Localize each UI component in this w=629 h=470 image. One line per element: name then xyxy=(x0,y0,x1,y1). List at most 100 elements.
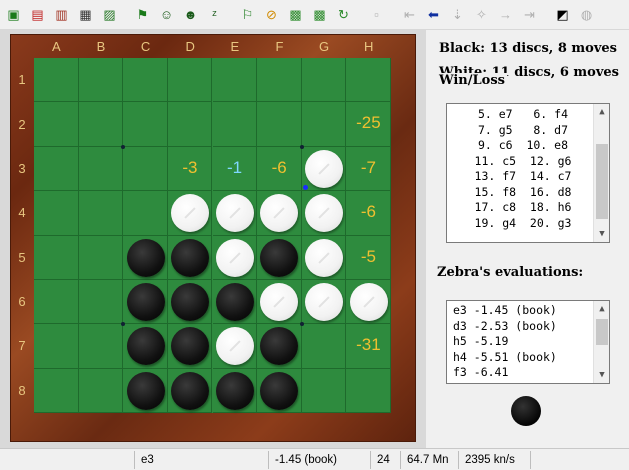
board-green-icon: ▩ xyxy=(289,6,302,22)
toolbar-separator xyxy=(542,3,550,26)
board-cell-a6[interactable] xyxy=(34,279,79,325)
board-green-2-icon: ▩ xyxy=(313,6,326,22)
scroll-up-icon[interactable]: ▲ xyxy=(594,104,609,120)
flip-board-button[interactable]: ◩ xyxy=(551,3,574,26)
status-depth: 24 xyxy=(370,451,398,469)
move-list-item[interactable]: 9. c6 10. e8 xyxy=(447,138,609,154)
black-disc xyxy=(260,238,299,277)
board-cell-f2[interactable] xyxy=(257,102,302,147)
board-cell-h8[interactable] xyxy=(346,368,391,414)
board-cell-b6[interactable] xyxy=(78,279,124,325)
board-cell-a3[interactable] xyxy=(34,146,79,192)
scroll-thumb[interactable] xyxy=(596,319,608,345)
globe-button[interactable]: ◍ xyxy=(575,3,598,26)
board-cell-g8[interactable] xyxy=(301,368,347,414)
arrow-down-flag-button[interactable]: ⚐ xyxy=(236,3,259,26)
black-disc xyxy=(126,283,165,322)
last-move-button[interactable]: ⇥ xyxy=(518,3,541,26)
first-move-button[interactable]: ⇤ xyxy=(398,3,421,26)
board-cell-b3[interactable] xyxy=(78,146,124,192)
evaluation-list-item[interactable]: h4 -5.51 (book) xyxy=(447,350,609,366)
board-cell-a4[interactable] xyxy=(34,191,79,236)
board-cell-b1[interactable] xyxy=(78,58,124,103)
move-list-item[interactable]: 7. g5 8. d7 xyxy=(447,123,609,139)
forward-button[interactable]: → xyxy=(494,3,517,26)
row-label: 4 xyxy=(18,205,26,221)
board-cell-a1[interactable] xyxy=(34,58,79,103)
board-cell-b8[interactable] xyxy=(78,368,124,414)
move-list-item[interactable]: 11. c5 12. g6 xyxy=(447,154,609,170)
scroll-down-icon[interactable]: ▼ xyxy=(594,367,609,383)
open-button[interactable]: ▤ xyxy=(26,3,49,26)
refresh-button[interactable]: ↻ xyxy=(332,3,355,26)
stop-button[interactable]: ⊘ xyxy=(260,3,283,26)
evaluation-list-item[interactable]: f3 -6.41 xyxy=(447,365,609,381)
board-cell-e1[interactable] xyxy=(212,58,258,103)
refresh-icon: ↻ xyxy=(338,6,349,22)
board-cell-b7[interactable] xyxy=(78,324,124,369)
down-button[interactable]: ⇣ xyxy=(446,3,469,26)
scroll-down-icon[interactable]: ▼ xyxy=(594,226,609,242)
win-loss-label: Win/Loss xyxy=(439,73,507,88)
move-list-item[interactable]: 19. g4 20. g3 xyxy=(447,216,609,232)
board-cell-a2[interactable] xyxy=(34,102,79,147)
move-list[interactable]: 5. e7 6. f4 7. g5 8. d7 9. c6 10. e8 11. c5… xyxy=(446,103,610,243)
board-cell-e2[interactable] xyxy=(212,102,258,147)
column-label: D xyxy=(185,39,195,54)
person-button[interactable]: ☺ xyxy=(155,3,178,26)
scroll-thumb[interactable] xyxy=(596,144,608,219)
hint-button[interactable]: ✧ xyxy=(470,3,493,26)
board-cell-a8[interactable] xyxy=(34,368,79,414)
board-cell-b2[interactable] xyxy=(78,102,124,147)
game-board[interactable]: -25 -3 -1 -6 -7 -6 -5 -31 xyxy=(34,58,391,414)
back-button[interactable]: ⬅ xyxy=(422,3,445,26)
board-cell-a7[interactable] xyxy=(34,324,79,369)
evaluation-list-item[interactable]: e3 -1.45 (book) xyxy=(447,303,609,319)
board-cell-d1[interactable] xyxy=(167,58,213,103)
board-cell-g7[interactable] xyxy=(301,324,347,369)
board-cell-c2[interactable] xyxy=(123,102,168,147)
board-cell-f1[interactable] xyxy=(257,58,302,103)
books-button[interactable]: ▥ xyxy=(50,3,73,26)
board-cell-c3[interactable] xyxy=(123,146,168,192)
toolbar-separator xyxy=(356,3,364,26)
move-evaluation: -5 xyxy=(360,246,376,266)
books-icon: ▥ xyxy=(55,6,68,22)
move-list-item[interactable]: 5. e7 6. f4 xyxy=(447,107,609,123)
folder-icon: ▨ xyxy=(103,6,116,22)
board-cell-c4[interactable] xyxy=(123,191,168,236)
flag-button[interactable]: ⚑ xyxy=(131,3,154,26)
board-cell-a5[interactable] xyxy=(34,235,79,280)
person-gear-button[interactable]: ☻ xyxy=(179,3,202,26)
board-green-2-button[interactable]: ▩ xyxy=(308,3,331,26)
move-list-item[interactable]: 15. f8 16. d8 xyxy=(447,185,609,201)
blank-button[interactable]: ▫ xyxy=(365,3,388,26)
move-list-item[interactable]: 13. f7 14. c7 xyxy=(447,169,609,185)
board-cell-c1[interactable] xyxy=(123,58,168,103)
move-list-scrollbar[interactable]: ▲ ▼ xyxy=(593,104,609,242)
toolbar-separator xyxy=(227,3,235,26)
board-green-button[interactable]: ▩ xyxy=(284,3,307,26)
save-button[interactable]: ▦ xyxy=(74,3,97,26)
column-label: H xyxy=(363,39,374,54)
board-cell-b5[interactable] xyxy=(78,235,124,280)
board-cell-g2[interactable] xyxy=(301,102,347,147)
new-game-button[interactable]: ▣ xyxy=(2,3,25,26)
board-cell-d2[interactable] xyxy=(167,102,213,147)
eval-list-scrollbar[interactable]: ▲ ▼ xyxy=(593,301,609,383)
globe-icon: ◍ xyxy=(580,6,593,22)
person-icon: ☺ xyxy=(159,7,174,22)
board-cell-b4[interactable] xyxy=(78,191,124,236)
evaluation-list[interactable]: e3 -1.45 (book) d3 -2.53 (book) h5 -5.19 h4… xyxy=(446,300,610,384)
evaluation-list-item[interactable]: h5 -5.19 xyxy=(447,334,609,350)
evaluation-list-item[interactable]: d3 -2.53 (book) xyxy=(447,319,609,335)
column-label: C xyxy=(140,39,151,54)
move-list-item[interactable]: 17. c8 18. h6 xyxy=(447,200,609,216)
black-disc xyxy=(126,371,165,410)
sleep-button[interactable]: ᶻ xyxy=(203,3,226,26)
scroll-up-icon[interactable]: ▲ xyxy=(594,301,609,317)
status-bar: e3 -1.45 (book) 24 64.7 Mn 2395 kn/s xyxy=(0,448,629,470)
folder-button[interactable]: ▨ xyxy=(98,3,121,26)
board-cell-h1[interactable] xyxy=(346,58,391,103)
board-cell-g1[interactable] xyxy=(301,58,347,103)
